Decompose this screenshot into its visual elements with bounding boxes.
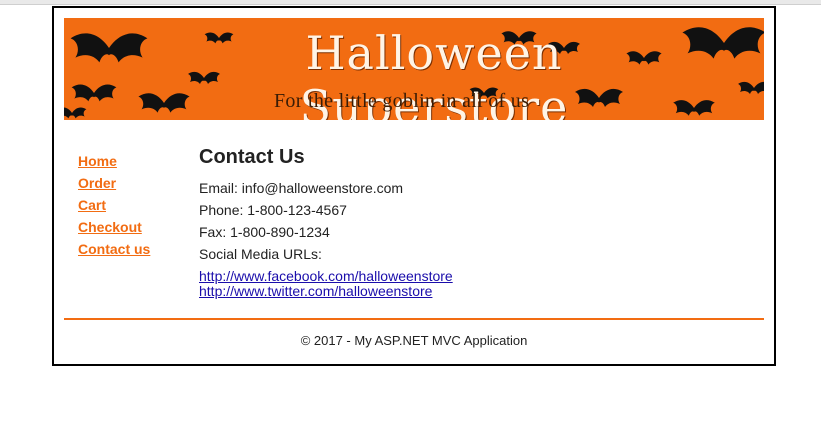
header-banner: Halloween Superstore For the little gobl… bbox=[64, 18, 764, 120]
page-frame: Halloween Superstore For the little gobl… bbox=[52, 6, 776, 366]
main-content: Contact Us Email: info@halloweenstore.co… bbox=[199, 146, 719, 299]
nav-link-cart[interactable]: Cart bbox=[78, 194, 150, 216]
social-media-label: Social Media URLs: bbox=[199, 246, 322, 262]
twitter-link[interactable]: http://www.twitter.com/halloweenstore bbox=[199, 284, 719, 299]
contact-phone: Phone: 1-800-123-4567 bbox=[199, 202, 347, 218]
footer-text: © 2017 - My ASP.NET MVC Application bbox=[300, 333, 528, 348]
contact-fax: Fax: 1-800-890-1234 bbox=[199, 224, 330, 240]
contact-email: Email: info@halloweenstore.com bbox=[199, 180, 404, 196]
nav-link-home[interactable]: Home bbox=[78, 150, 150, 172]
side-nav: Home Order Cart Checkout Contact us bbox=[78, 150, 150, 260]
page-title: Contact Us bbox=[199, 146, 305, 168]
nav-link-contact-us[interactable]: Contact us bbox=[78, 238, 150, 260]
facebook-link[interactable]: http://www.facebook.com/halloweenstore bbox=[199, 269, 719, 284]
browser-top-edge bbox=[0, 0, 821, 5]
nav-link-order[interactable]: Order bbox=[78, 172, 150, 194]
nav-link-checkout[interactable]: Checkout bbox=[78, 216, 150, 238]
footer-divider bbox=[64, 318, 764, 320]
social-links: http://www.facebook.com/halloweenstore h… bbox=[199, 269, 719, 299]
banner-subtitle: For the little goblin in all of us bbox=[274, 90, 530, 112]
